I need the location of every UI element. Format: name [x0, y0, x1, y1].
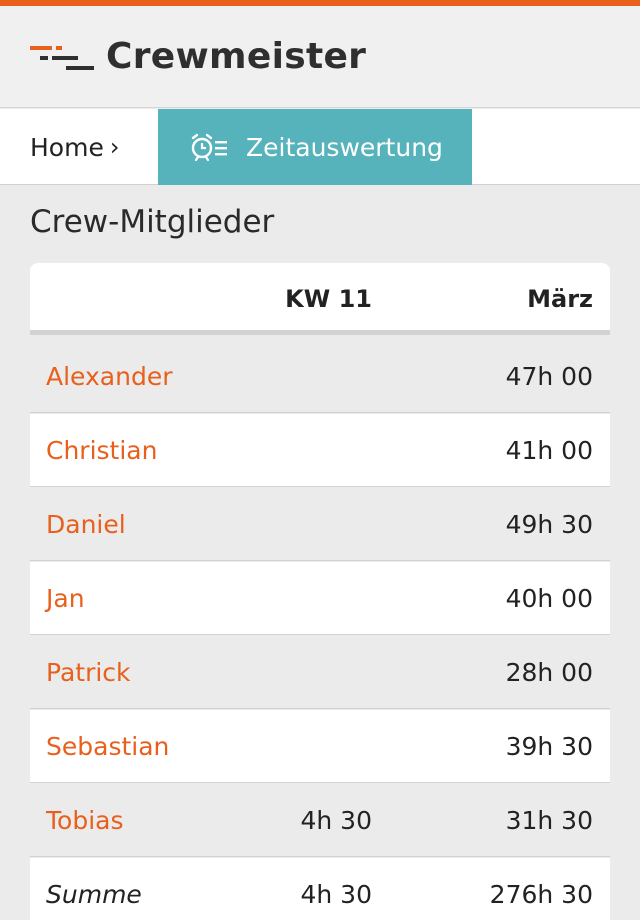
table-header: KW 11 März [30, 263, 610, 335]
month-hours: 40h 00 [505, 584, 593, 613]
month-hours: 47h 00 [505, 362, 593, 391]
month-hours: 39h 30 [505, 732, 593, 761]
month-hours: 28h 00 [505, 658, 593, 687]
month-hours: 41h 00 [505, 436, 593, 465]
member-name-link[interactable]: Tobias [46, 784, 123, 857]
app-header: Crewmeister [0, 6, 640, 108]
app-logo-text: Crewmeister [106, 36, 367, 77]
breadcrumb-current-label: Zeitauswertung [246, 132, 443, 162]
member-name-link[interactable]: Sebastian [46, 710, 169, 783]
month-hours: 49h 30 [505, 510, 593, 539]
table-row: Tobias 4h 30 31h 30 [30, 784, 610, 857]
section-title: Crew-Mitglieder [30, 204, 275, 240]
column-header-month: März [527, 285, 593, 313]
total-month-hours: 276h 30 [489, 880, 593, 909]
table-row: Alexander 47h 00 [30, 340, 610, 413]
member-name-link[interactable]: Patrick [46, 636, 131, 709]
member-name-link[interactable]: Christian [46, 414, 157, 487]
chevron-right-icon: › [109, 133, 120, 161]
table-total-row: Summe 4h 30 276h 30 [30, 858, 610, 920]
week-hours: 4h 30 [300, 806, 372, 835]
breadcrumb-home-label: Home [30, 132, 104, 162]
table-row: Daniel 49h 30 [30, 488, 610, 561]
alarm-clock-list-icon [191, 133, 227, 162]
breadcrumb-home-link[interactable]: Home › [30, 109, 119, 185]
member-name-link[interactable]: Jan [46, 562, 85, 635]
table-row: Sebastian 39h 30 [30, 710, 610, 783]
hours-table: KW 11 März Alexander 47h 00 Christian 41… [30, 263, 610, 920]
member-name-link[interactable]: Alexander [46, 340, 172, 413]
column-header-week: KW 11 [285, 285, 372, 313]
month-hours: 31h 30 [505, 806, 593, 835]
breadcrumb: Home › Zeitauswertung [0, 109, 640, 185]
member-name-link[interactable]: Daniel [46, 488, 126, 561]
table-row: Jan 40h 00 [30, 562, 610, 635]
breadcrumb-current-zeitauswertung[interactable]: Zeitauswertung [158, 109, 472, 185]
total-week-hours: 4h 30 [300, 880, 372, 909]
table-row: Patrick 28h 00 [30, 636, 610, 709]
table-row: Christian 41h 00 [30, 414, 610, 487]
total-label: Summe [46, 880, 142, 909]
crewmeister-logo-icon [30, 45, 94, 70]
